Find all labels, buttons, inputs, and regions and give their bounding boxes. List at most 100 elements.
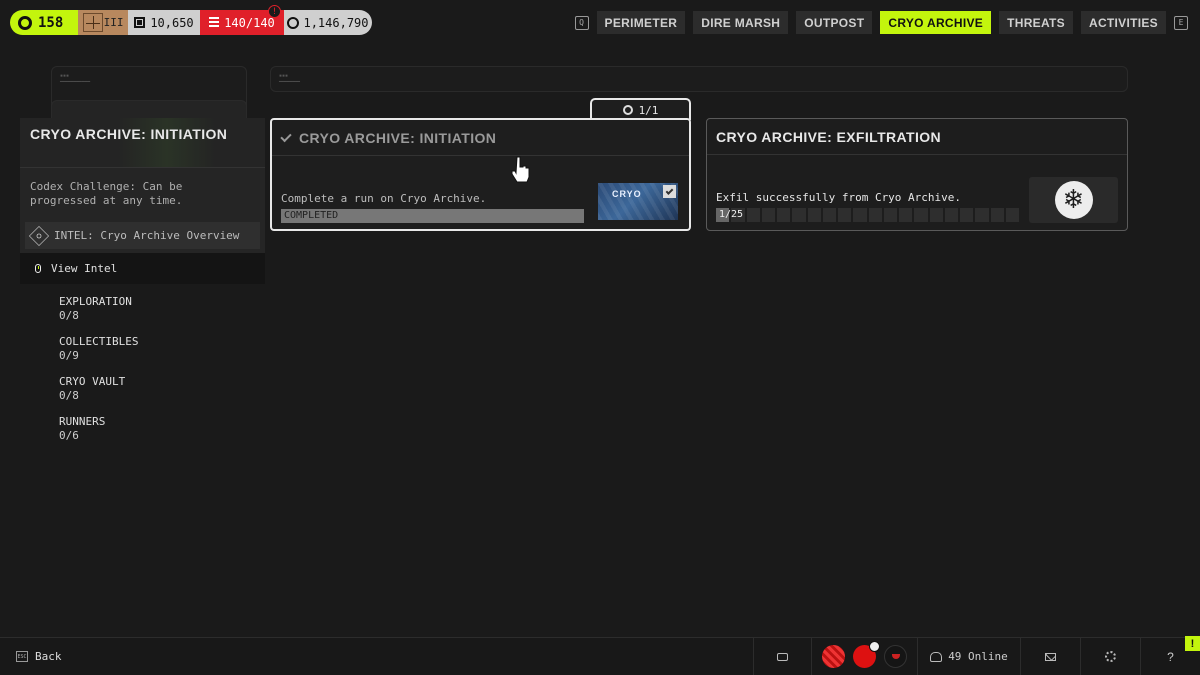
view-intel-label: View Intel [51,262,118,275]
progress-segment [761,208,775,222]
hand-cursor-icon [511,156,530,183]
prev-tab-key-hint[interactable]: Q [574,15,589,30]
notification-flag[interactable]: ! [1185,636,1200,651]
info-panel-description: Codex Challenge: Can be progressed at an… [30,180,183,207]
progress-segment [1005,208,1019,222]
progress-segment [838,208,852,222]
card-header: CRYO ARCHIVE: INITIATION [272,120,689,156]
category-progress: 0/8 [59,389,79,402]
info-panel-title: CRYO ARCHIVE: INITIATION [30,126,228,142]
progress-segment [944,208,958,222]
help-icon: ? [1167,649,1174,664]
party-members [811,638,917,675]
snowflake-icon: ❄ [1054,181,1093,219]
progress-segment [777,208,791,222]
progress-segment [929,208,943,222]
intel-label: INTEL: Cryo Archive Overview [54,229,240,242]
gear-icon [1105,651,1116,662]
intel-entry[interactable]: INTEL: Cryo Archive Overview [25,222,260,249]
credits-counter[interactable]: 10,650 [128,10,200,35]
progress-segment [975,208,989,222]
player-stats-bar: 158 III 10,650 140/140 ! 1,146,790 [10,5,372,35]
tab-cryo-archive[interactable]: CRYO ARCHIVE [880,11,992,34]
bottom-bar: ESC Back 49 Online ? [0,637,1200,675]
rank-badge[interactable]: III [78,10,128,35]
chat-icon [777,652,788,661]
category-exploration[interactable]: EXPLORATION 0/8 [59,295,138,323]
challenge-info-panel: CRYO ARCHIVE: INITIATION Codex Challenge… [20,118,265,284]
tab-threats[interactable]: THREATS [999,11,1073,34]
tab-outpost[interactable]: OUTPOST [796,11,873,34]
category-progress: 0/6 [59,429,79,442]
challenge-card-initiation[interactable]: CRYO ARCHIVE: INITIATION Complete a run … [270,118,691,231]
progress-segment [883,208,897,222]
progress-segment [746,208,760,222]
card-description: Complete a run on Cryo Archive. [281,192,487,205]
progress-segment [792,208,806,222]
coin-icon [287,16,300,29]
vault-capacity-counter[interactable]: 140/140 ! [200,5,284,35]
category-name: COLLECTIBLES [59,335,139,348]
card-description: Exfil successfully from Cryo Archive. [716,191,962,204]
reward-thumbnail[interactable]: CRYO [598,183,678,220]
category-cryo-vault[interactable]: CRYO VAULT 0/8 [59,375,138,403]
challenge-card-exfiltration[interactable]: CRYO ARCHIVE: EXFILTRATION Exfil success… [706,118,1128,231]
coins-counter[interactable]: 1,146,790 [284,10,372,35]
progress-segment [868,208,882,222]
checkmark-icon [280,130,292,142]
challenge-count-icon [622,105,633,115]
card-header: CRYO ARCHIVE: EXFILTRATION [707,119,1127,155]
tab-dire-marsh[interactable]: DIRE MARSH [693,11,789,34]
progress-segment [822,208,836,222]
progress-segment [899,208,913,222]
online-count: 49 Online [948,650,1008,663]
region-tabs: Q PERIMETER DIRE MARSH OUTPOST CRYO ARCH… [574,11,1188,34]
category-collectibles[interactable]: COLLECTIBLES 0/9 [59,335,138,363]
crosshair-icon [82,13,103,32]
tab-activities[interactable]: ACTIVITIES [1080,11,1166,34]
mail-button[interactable] [1020,638,1080,675]
microphone-icon [869,641,880,652]
player-level-badge[interactable]: 158 [10,10,78,35]
view-intel-button[interactable]: View Intel [20,253,265,284]
info-panel-header: CRYO ARCHIVE: INITIATION [20,118,265,168]
progress-segment [990,208,1004,222]
next-tab-key-hint[interactable]: E [1174,15,1188,30]
credits-icon [134,17,146,28]
intel-icon [28,225,50,246]
mouse-icon [35,264,41,273]
avatar[interactable] [853,641,880,668]
panel-decoration: ▪▪▪ ━━━━━━━ [279,73,301,85]
credits-value: 10,650 [150,15,194,30]
avatar[interactable] [884,645,907,668]
progress-bar [716,208,1019,222]
challenge-count-tab: 1/1 [590,98,691,120]
capacity-value: 140/140 [224,15,275,30]
esc-key-icon: ESC [16,651,28,662]
tab-perimeter[interactable]: PERIMETER [596,11,686,34]
progress-segment [807,208,821,222]
back-button[interactable]: ESC Back [16,650,62,663]
background-panel-main: ▪▪▪ ━━━━━━━ [270,66,1128,92]
reward-thumbnail[interactable]: ❄ [1029,177,1118,223]
mail-icon [1045,652,1056,661]
coins-value: 1,146,790 [303,15,369,30]
category-name: RUNNERS [59,415,106,428]
panel-decoration: ▪▪▪ ━━━━━━━━━━ [60,73,91,85]
settings-button[interactable] [1080,638,1140,675]
category-runners[interactable]: RUNNERS 0/6 [59,415,138,443]
category-progress: 0/9 [59,349,79,362]
category-name: CRYO VAULT [59,375,126,388]
chat-button[interactable] [753,638,811,675]
online-friends-button[interactable]: 49 Online [917,638,1020,675]
category-progress: 0/8 [59,309,79,322]
challenge-count: 1/1 [638,103,659,117]
avatar[interactable] [822,645,845,668]
level-ring-icon [18,15,32,30]
progress-label: 1/25 [719,209,744,220]
card-title: CRYO ARCHIVE: EXFILTRATION [716,128,942,145]
bottom-bar-actions: 49 Online ? [753,638,1200,675]
player-level: 158 [38,14,64,31]
warning-icon: ! [268,5,281,18]
progress-segment [960,208,974,222]
